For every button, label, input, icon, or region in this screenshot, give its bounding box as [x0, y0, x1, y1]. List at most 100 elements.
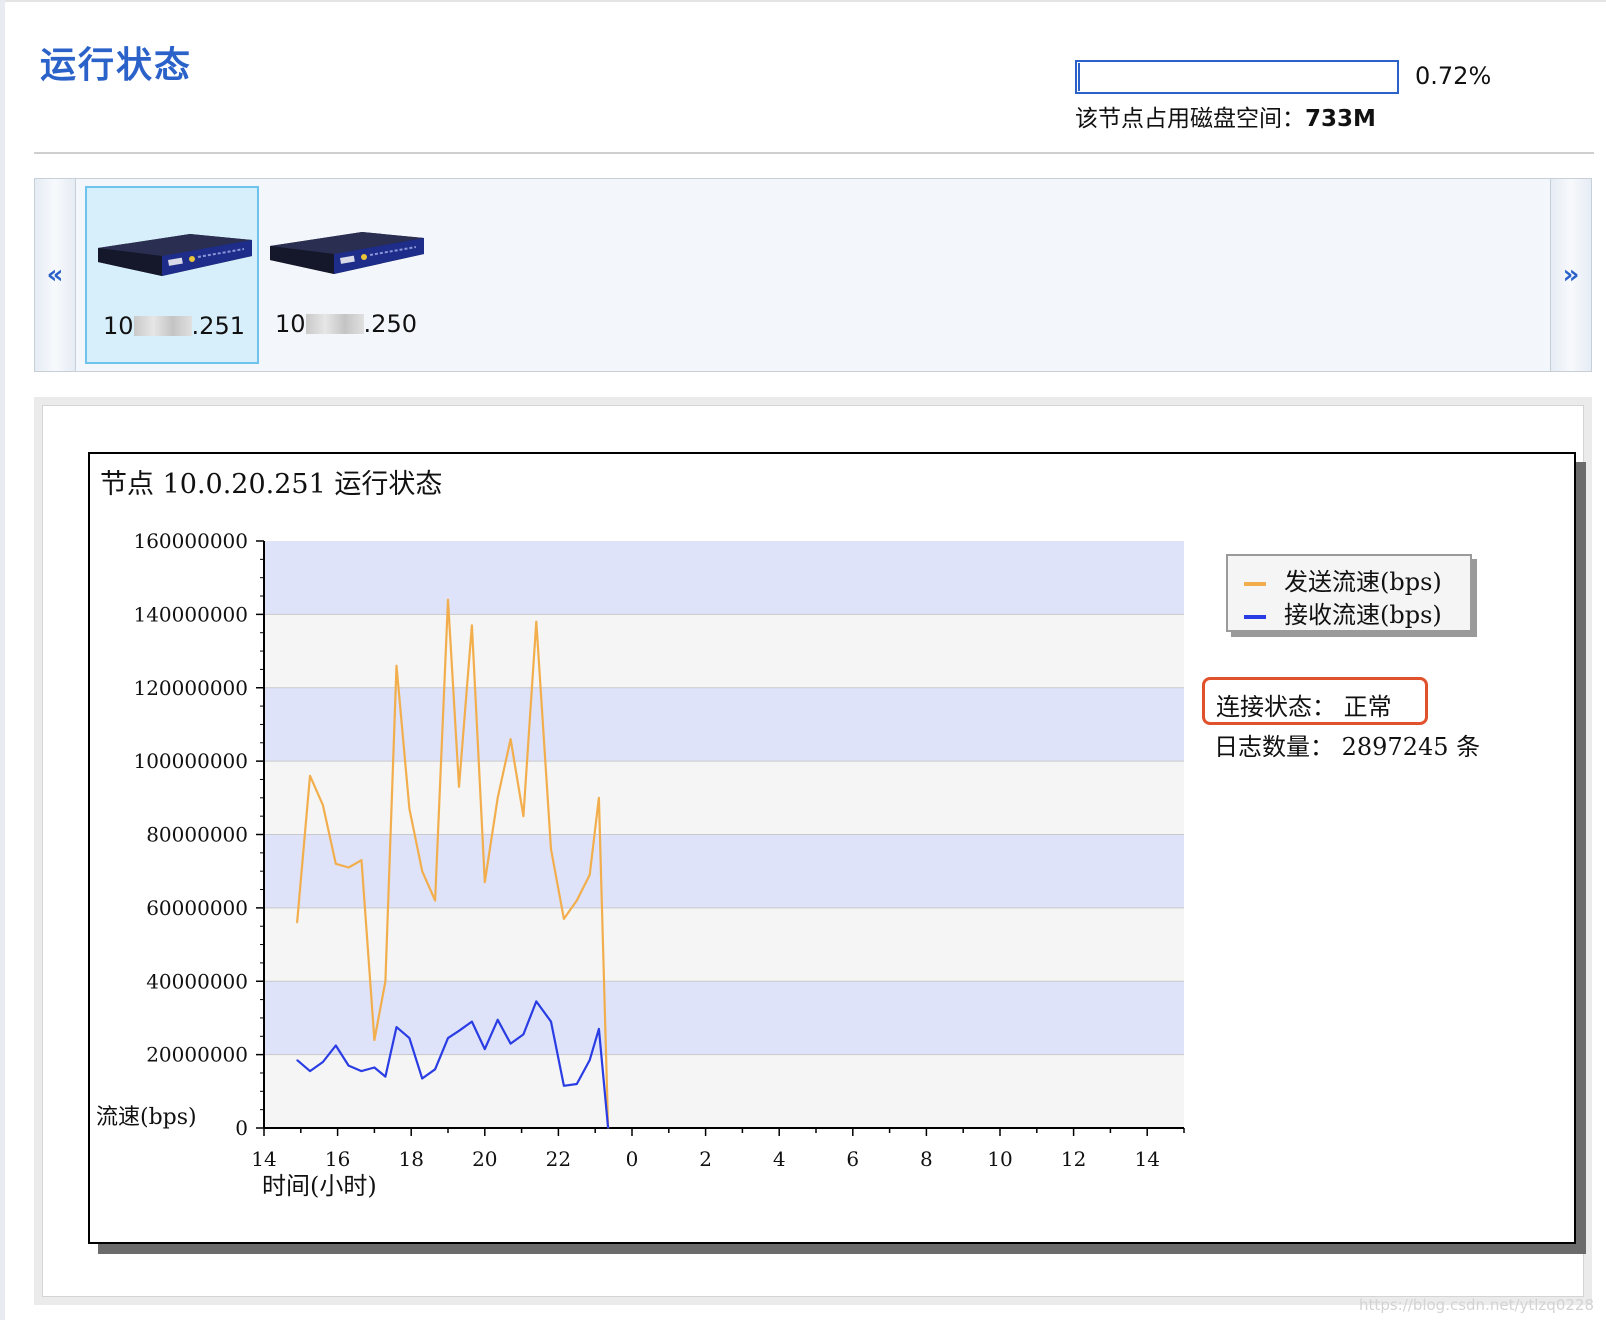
y-tick-label: 100000000 [133, 749, 248, 773]
data-point-send [535, 620, 538, 623]
connection-status-box: 连接状态： 正常 [1202, 677, 1428, 725]
data-point-send [296, 921, 298, 924]
data-point-receive [408, 1037, 411, 1039]
data-point-receive [607, 1127, 609, 1129]
network-device-icon [270, 232, 424, 274]
network-device-icon [98, 234, 252, 276]
data-point-receive [522, 1033, 525, 1036]
header-divider [34, 152, 1594, 154]
data-point-receive [576, 1083, 578, 1085]
data-point-receive [395, 1026, 398, 1028]
data-point-send [322, 804, 324, 806]
data-point-receive [484, 1048, 486, 1050]
y-tick-label: 0 [235, 1116, 248, 1140]
chart-legend: 发送流速(bps) 接收流速(bps) [1226, 554, 1472, 632]
legend-item-receive: 接收流速(bps) [1244, 595, 1442, 630]
data-point-receive [447, 1037, 449, 1039]
y-tick-label: 60000000 [146, 896, 248, 920]
y-tick-label: 160000000 [133, 529, 248, 553]
node-label-250: 10.250 [275, 310, 417, 338]
data-point-send [408, 808, 411, 810]
data-point-receive [509, 1042, 512, 1045]
data-point-receive [373, 1066, 376, 1069]
data-point-receive [471, 1020, 473, 1023]
page-title: 运行状态 [40, 45, 193, 86]
x-tick-label: 10 [987, 1147, 1012, 1171]
data-point-send [522, 815, 525, 817]
node-carousel: « 10.251 10.250 » [34, 178, 1592, 372]
disk-usage-label: 该节点占用磁盘空间： [1075, 106, 1305, 132]
x-tick-label: 8 [920, 1147, 933, 1171]
top-border [0, 0, 1606, 2]
data-point-receive [535, 1000, 538, 1003]
x-tick-label: 6 [846, 1147, 859, 1171]
redacted-ip-segment [305, 314, 364, 334]
data-point-send [347, 866, 350, 869]
data-point-receive [434, 1068, 436, 1071]
data-point-receive [458, 1029, 460, 1032]
chart-band [264, 541, 1184, 615]
data-point-send [496, 797, 499, 799]
data-point-receive [384, 1075, 387, 1078]
y-tick-label: 20000000 [146, 1043, 248, 1067]
data-point-receive [322, 1061, 324, 1063]
legend-swatch-receive [1244, 614, 1266, 619]
carousel-next-button[interactable]: » [1550, 179, 1591, 371]
connection-status-text: 连接状态： 正常 [1216, 693, 1392, 721]
data-point-send [509, 738, 512, 740]
x-tick-label: 14 [1134, 1147, 1159, 1171]
data-point-receive [334, 1044, 337, 1047]
data-point-receive [360, 1070, 363, 1072]
node-card-251[interactable]: 10.251 [85, 186, 259, 364]
node-card-250[interactable]: 10.250 [259, 186, 433, 364]
data-point-send [384, 980, 387, 983]
redacted-ip-segment [133, 316, 192, 336]
data-point-send [334, 863, 337, 865]
x-tick-label: 2 [699, 1147, 712, 1171]
data-point-send [598, 797, 600, 799]
x-tick-label: 0 [626, 1147, 639, 1171]
disk-usage-fill [1078, 63, 1080, 91]
legend-item-send: 发送流速(bps) [1244, 562, 1442, 597]
x-tick-label: 20 [472, 1147, 497, 1171]
data-point-send [309, 775, 311, 777]
data-point-send [471, 624, 473, 627]
disk-usage-value: 733M [1305, 106, 1376, 132]
watermark: https://blog.csdn.net/ytlzq0228 [1359, 1296, 1594, 1314]
chart-title: 节点 10.0.20.251 运行状态 [100, 469, 443, 500]
chart-band [264, 761, 1184, 835]
y-tick-label: 120000000 [133, 676, 248, 700]
data-point-receive [496, 1018, 499, 1021]
chart-band [264, 907, 1184, 982]
data-point-send [484, 881, 486, 883]
data-point-receive [598, 1028, 600, 1030]
data-point-send [458, 786, 460, 788]
x-tick-label: 22 [546, 1147, 571, 1171]
node-label-251: 10.251 [103, 312, 245, 340]
data-point-send [576, 899, 578, 902]
legend-swatch-send [1244, 581, 1266, 586]
data-point-send [447, 598, 449, 601]
chart-band [264, 981, 1184, 1055]
x-tick-label: 4 [773, 1147, 786, 1171]
data-point-send [373, 1039, 376, 1041]
x-tick-label: 18 [398, 1147, 423, 1171]
carousel-prev-button[interactable]: « [35, 179, 76, 371]
data-point-receive [421, 1077, 424, 1080]
x-tick-label: 12 [1061, 1147, 1086, 1171]
data-point-send [395, 664, 398, 667]
chart-band [264, 1054, 1184, 1128]
x-axis-title: 时间(小时) [262, 1172, 377, 1200]
data-point-receive [309, 1070, 311, 1072]
left-border [0, 0, 5, 1320]
chart-band [264, 834, 1184, 908]
data-point-receive [347, 1064, 350, 1067]
y-tick-label: 40000000 [146, 969, 248, 993]
y-tick-label: 140000000 [133, 602, 248, 626]
x-tick-label: 14 [251, 1147, 276, 1171]
chart-frame: 160000000 140000000 120000000 100000000 8000… [88, 452, 1576, 1244]
disk-usage-percent: 0.72% [1415, 62, 1492, 90]
data-point-receive [296, 1059, 298, 1061]
y-tick-label: 80000000 [146, 823, 248, 847]
data-point-send [360, 859, 363, 861]
